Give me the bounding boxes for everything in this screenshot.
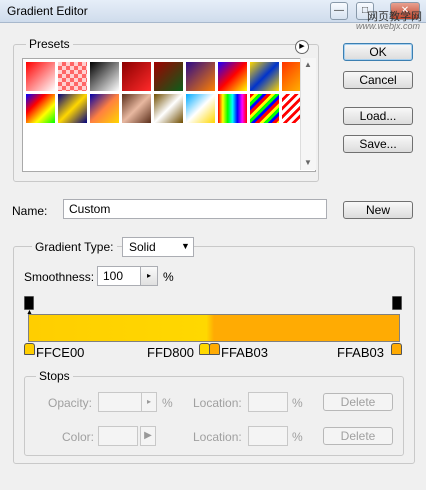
opacity-location-unit: %	[292, 396, 303, 410]
chevron-down-icon: ▼	[181, 241, 190, 251]
color-label: Color:	[62, 430, 95, 444]
preset-swatch[interactable]	[57, 93, 88, 124]
smoothness-input[interactable]: 100	[97, 266, 141, 286]
window-title: Gradient Editor	[7, 4, 88, 18]
scroll-up-icon[interactable]: ▲	[304, 60, 312, 69]
preset-swatch[interactable]	[25, 93, 56, 124]
minimize-icon[interactable]: —	[330, 2, 348, 20]
ok-button[interactable]: OK	[343, 43, 413, 61]
name-label: Name:	[12, 204, 48, 218]
opacity-input[interactable]	[98, 392, 142, 412]
presets-menu-icon[interactable]: ▶	[295, 40, 309, 54]
presets-label: Presets	[26, 37, 73, 51]
opacity-slider-icon[interactable]: ▸	[141, 392, 157, 412]
presets-scrollbar[interactable]: ▲ ▼	[300, 58, 316, 170]
preset-swatch[interactable]	[153, 61, 184, 92]
color-stop-1[interactable]	[24, 343, 35, 355]
title-bar: Gradient Editor — □ ✕ 网页教学网	[0, 0, 426, 23]
preset-swatch[interactable]	[185, 61, 216, 92]
smoothness-unit: %	[163, 270, 174, 284]
cancel-button[interactable]: Cancel	[343, 71, 413, 89]
preset-swatch[interactable]	[121, 93, 152, 124]
color-stop-3[interactable]	[209, 343, 220, 355]
gradient-type-label: Gradient Type:	[32, 240, 117, 254]
preset-swatch[interactable]	[185, 93, 216, 124]
color-stop-4[interactable]	[391, 343, 402, 355]
opacity-delete-button[interactable]: Delete	[323, 393, 393, 411]
color-delete-button[interactable]: Delete	[323, 427, 393, 445]
preset-swatch[interactable]	[249, 93, 280, 124]
color-swatch[interactable]	[98, 426, 138, 446]
smoothness-slider-icon[interactable]: ▸	[140, 266, 158, 286]
stops-label: Stops	[36, 369, 73, 383]
preset-swatch[interactable]	[89, 61, 120, 92]
load-button[interactable]: Load...	[343, 107, 413, 125]
color-location-label: Location:	[193, 430, 242, 444]
smoothness-label: Smoothness:	[24, 270, 95, 284]
opacity-label: Opacity:	[48, 396, 93, 410]
color-location-input[interactable]	[248, 426, 288, 446]
preset-swatch[interactable]	[153, 93, 184, 124]
save-button[interactable]: Save...	[343, 135, 413, 153]
opacity-unit: %	[162, 396, 173, 410]
opacity-stop-right[interactable]	[392, 296, 402, 310]
color-stop-1-label: FFCE00	[36, 345, 85, 360]
color-stop-2-label: FFD800	[147, 345, 194, 360]
new-button[interactable]: New	[343, 201, 413, 219]
gradient-bar[interactable]	[28, 314, 400, 342]
opacity-stop-left[interactable]	[24, 296, 34, 310]
preset-swatch[interactable]	[57, 61, 88, 92]
watermark-url: www.webjx.com	[355, 21, 420, 31]
opacity-location-input[interactable]	[248, 392, 288, 412]
preset-swatch[interactable]	[89, 93, 120, 124]
preset-swatch[interactable]	[217, 61, 248, 92]
name-input[interactable]: Custom	[63, 199, 327, 219]
color-picker-icon[interactable]: ▶	[140, 426, 156, 446]
gradient-type-value: Solid	[129, 240, 156, 254]
presets-grid	[22, 58, 316, 172]
color-stop-4-label: FFAB03	[337, 345, 384, 360]
color-location-unit: %	[292, 430, 303, 444]
opacity-location-label: Location:	[193, 396, 242, 410]
color-stop-3-label: FFAB03	[221, 345, 268, 360]
preset-swatch[interactable]	[217, 93, 248, 124]
preset-swatch[interactable]	[25, 61, 56, 92]
preset-swatch[interactable]	[121, 61, 152, 92]
gradient-type-select[interactable]: Solid ▼	[122, 237, 194, 257]
preset-swatch[interactable]	[249, 61, 280, 92]
scroll-down-icon[interactable]: ▼	[304, 158, 312, 167]
